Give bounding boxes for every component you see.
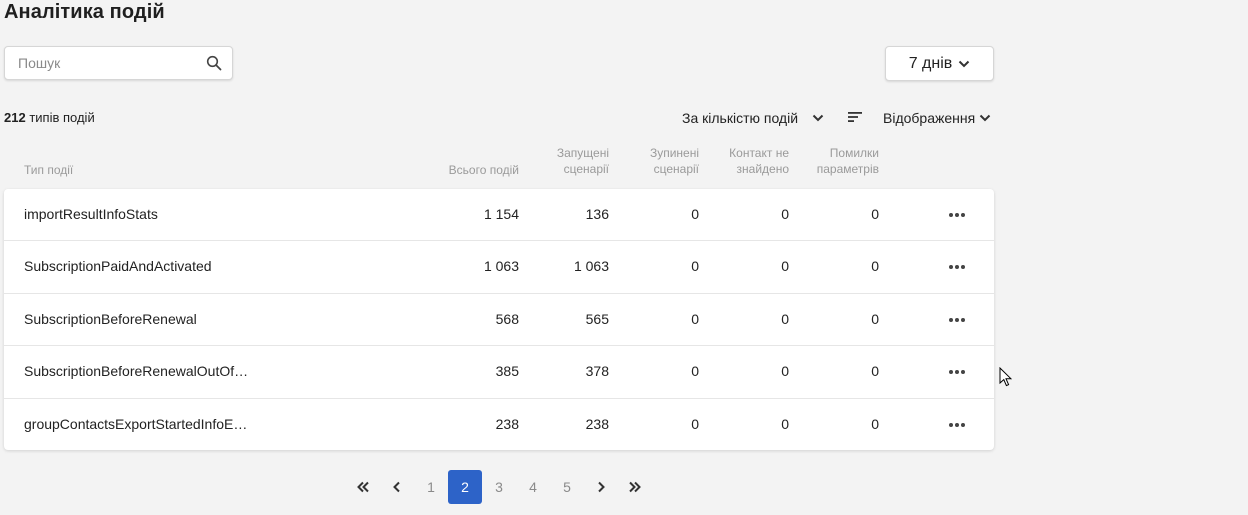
cell-total: 1 154: [483, 206, 519, 222]
sort-label: За кількістю подій: [682, 110, 799, 126]
column-header-started: Запущені сценарії: [556, 146, 609, 176]
more-icon[interactable]: [947, 259, 967, 275]
cell-stopped: 0: [691, 416, 699, 432]
page-button[interactable]: 4: [516, 470, 550, 504]
page-button[interactable]: 5: [550, 470, 584, 504]
period-label: 7 днів: [908, 54, 953, 72]
column-header-type: Тип події: [24, 163, 74, 177]
chevron-down-icon: [979, 114, 991, 122]
events-table: importResultInfoStats 1 154 136 0 0 0 Su…: [4, 189, 994, 450]
more-icon[interactable]: [947, 364, 967, 380]
cell-param-errors: 0: [871, 363, 879, 379]
cell-total: 1 063: [483, 258, 519, 274]
cell-started: 565: [585, 311, 609, 327]
event-types-count-value: 212: [4, 110, 26, 125]
search-icon[interactable]: [206, 55, 222, 71]
last-page-button[interactable]: [618, 470, 652, 504]
next-page-icon: [598, 481, 605, 493]
more-icon[interactable]: [947, 417, 967, 433]
cell-param-errors: 0: [871, 416, 879, 432]
table-row[interactable]: groupContactsExportStartedInfoE… 238 238…: [4, 399, 994, 450]
last-page-icon: [629, 481, 641, 493]
cell-contact-not-found: 0: [781, 363, 789, 379]
column-header-total: Всього подій: [448, 163, 519, 177]
more-icon[interactable]: [947, 207, 967, 223]
first-page-icon: [357, 481, 369, 493]
cell-started: 238: [585, 416, 609, 432]
cell-param-errors: 0: [871, 258, 879, 274]
event-types-count-label: типів подій: [29, 110, 95, 125]
cell-stopped: 0: [691, 311, 699, 327]
cell-contact-not-found: 0: [781, 258, 789, 274]
cell-stopped: 0: [691, 206, 699, 222]
cell-started: 136: [585, 206, 609, 222]
table-row[interactable]: SubscriptionBeforeRenewalOutOf… 385 378 …: [4, 346, 994, 399]
cell-param-errors: 0: [871, 206, 879, 222]
view-dropdown[interactable]: Відображення: [883, 110, 991, 126]
first-page-button[interactable]: [346, 470, 380, 504]
cell-started: 378: [585, 363, 609, 379]
cell-contact-not-found: 0: [781, 311, 789, 327]
table-row[interactable]: SubscriptionBeforeRenewal 568 565 0 0 0: [4, 294, 994, 346]
page-button-current[interactable]: 2: [448, 470, 482, 504]
prev-page-icon: [393, 481, 400, 493]
cell-started: 1 063: [573, 258, 609, 274]
page-button[interactable]: 1: [414, 470, 448, 504]
table-row[interactable]: SubscriptionPaidAndActivated 1 063 1 063…: [4, 241, 994, 294]
column-header-contact-not-found: Контакт не знайдено: [729, 146, 789, 176]
event-type-name[interactable]: SubscriptionBeforeRenewalOutOf…: [24, 363, 264, 379]
chevron-down-icon: [812, 114, 824, 122]
cell-contact-not-found: 0: [781, 416, 789, 432]
event-type-name[interactable]: SubscriptionBeforeRenewal: [24, 311, 264, 327]
event-type-name[interactable]: importResultInfoStats: [24, 206, 264, 222]
cell-total: 385: [495, 363, 519, 379]
period-dropdown[interactable]: 7 днів: [885, 46, 994, 81]
page-button[interactable]: 3: [482, 470, 516, 504]
column-header-stopped: Зупинені сценарії: [649, 146, 699, 176]
sort-order-icon[interactable]: [848, 111, 862, 123]
cell-stopped: 0: [691, 258, 699, 274]
mouse-cursor-icon: [999, 367, 1012, 387]
event-type-name[interactable]: groupContactsExportStartedInfoE…: [24, 416, 264, 432]
sort-dropdown[interactable]: За кількістю подій: [682, 110, 824, 126]
search-box[interactable]: [4, 46, 233, 80]
cell-contact-not-found: 0: [781, 206, 789, 222]
next-page-button[interactable]: [584, 470, 618, 504]
table-row[interactable]: importResultInfoStats 1 154 136 0 0 0: [4, 189, 994, 241]
page-title: Аналітика подій: [4, 1, 165, 23]
cell-total: 568: [495, 311, 519, 327]
event-type-name[interactable]: SubscriptionPaidAndActivated: [24, 258, 264, 274]
prev-page-button[interactable]: [380, 470, 414, 504]
chevron-down-icon: [959, 60, 970, 67]
event-types-count: 212 типів подій: [4, 110, 95, 125]
search-input[interactable]: [18, 47, 198, 79]
cell-stopped: 0: [691, 363, 699, 379]
more-icon[interactable]: [947, 312, 967, 328]
cell-total: 238: [495, 416, 519, 432]
view-label: Відображення: [883, 110, 976, 126]
column-header-param-errors: Помилки параметрів: [816, 146, 879, 176]
cell-param-errors: 0: [871, 311, 879, 327]
